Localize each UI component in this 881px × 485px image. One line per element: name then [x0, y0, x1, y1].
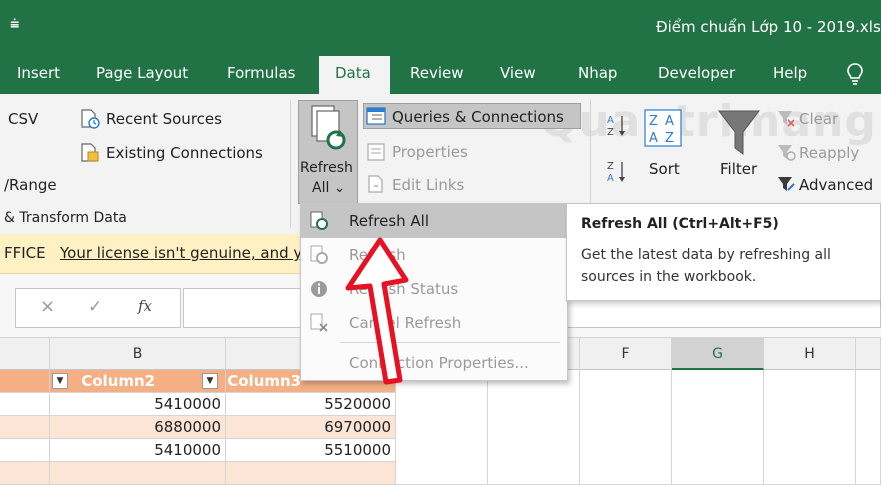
- reapply-icon: [778, 145, 796, 161]
- lightbulb-icon[interactable]: [845, 62, 865, 86]
- existing-connections-icon: [81, 143, 99, 162]
- refresh-all-dropdown-label: All ⌄: [312, 180, 346, 196]
- refresh-icon: [310, 245, 328, 264]
- svg-text:Z: Z: [665, 131, 674, 146]
- edit-links-button[interactable]: Edit Links: [392, 176, 464, 194]
- svg-text:Z: Z: [607, 127, 614, 138]
- tab-page-layout[interactable]: Page Layout: [96, 64, 188, 82]
- advanced-button[interactable]: Advanced: [799, 176, 873, 194]
- refresh-all-label: Refresh: [300, 160, 353, 176]
- existing-connections-button[interactable]: Existing Connections: [106, 144, 263, 162]
- tooltip-body-line2: sources in the workbook.: [581, 269, 757, 285]
- row-header: [0, 439, 50, 462]
- svg-text:A: A: [649, 131, 658, 146]
- queries-connections-label: Queries & Connections: [392, 108, 564, 126]
- red-annotation-arrow: [345, 237, 409, 385]
- tab-help[interactable]: Help: [773, 64, 807, 82]
- table-cell[interactable]: 5410000: [50, 393, 226, 416]
- svg-text:A: A: [607, 115, 614, 126]
- svg-text:A: A: [607, 173, 614, 184]
- info-icon: [311, 281, 327, 297]
- sort-ascending-icon[interactable]: A Z: [606, 112, 628, 138]
- column-header-partial[interactable]: [856, 338, 881, 370]
- get-transform-group-label: & Transform Data: [4, 210, 127, 226]
- row-header: [0, 393, 50, 416]
- reapply-button[interactable]: Reapply: [799, 144, 859, 162]
- empty-cells[interactable]: [396, 370, 488, 485]
- clear-filter-icon: [778, 111, 795, 127]
- empty-cells[interactable]: [580, 370, 672, 485]
- tab-data[interactable]: Data: [335, 64, 371, 82]
- table-cell[interactable]: [50, 462, 226, 485]
- recent-sources-icon: [81, 109, 100, 129]
- svg-text:A: A: [665, 114, 674, 129]
- refresh-all-icon: [310, 211, 328, 230]
- filter-dropdown-icon[interactable]: ▼: [202, 373, 218, 389]
- clear-button[interactable]: Clear: [799, 110, 838, 128]
- table-header-label: Column2: [81, 372, 156, 390]
- from-csv-label[interactable]: CSV: [8, 110, 38, 128]
- cancel-entry-icon[interactable]: ×: [40, 296, 55, 317]
- row-header: [0, 370, 50, 393]
- properties-button[interactable]: Properties: [392, 143, 468, 161]
- row-header: [0, 416, 50, 439]
- tab-view[interactable]: View: [500, 64, 536, 82]
- filter-dropdown-icon[interactable]: ▼: [52, 373, 68, 389]
- tab-formulas[interactable]: Formulas: [227, 64, 295, 82]
- empty-cells[interactable]: [488, 370, 580, 485]
- edit-links-icon: [368, 175, 383, 193]
- sort-icon: Z A A Z: [644, 109, 682, 147]
- column-header-g[interactable]: G: [672, 338, 764, 370]
- advanced-filter-icon: [778, 177, 795, 191]
- table-header-column2[interactable]: ▼ Column2: [50, 370, 226, 393]
- sort-button[interactable]: Sort: [649, 160, 680, 178]
- group-divider: [290, 100, 291, 228]
- column-header-h[interactable]: H: [764, 338, 856, 370]
- svg-text:Z: Z: [607, 161, 614, 172]
- table-cell[interactable]: 5510000: [226, 439, 396, 462]
- refresh-all-icon: [311, 105, 346, 150]
- sort-descending-icon[interactable]: Z A: [606, 158, 628, 184]
- from-range-label[interactable]: /Range: [4, 176, 57, 194]
- tab-insert[interactable]: Insert: [17, 64, 60, 82]
- recent-sources-button[interactable]: Recent Sources: [106, 110, 222, 128]
- properties-icon: [367, 143, 385, 161]
- table-cell[interactable]: 5410000: [50, 439, 226, 462]
- menu-item-refresh-all[interactable]: Refresh All: [301, 204, 567, 238]
- select-all-corner[interactable]: [0, 338, 50, 370]
- empty-cells[interactable]: [764, 370, 856, 485]
- row-header: [0, 462, 50, 485]
- enter-check-icon[interactable]: ✓: [88, 297, 102, 317]
- svg-text:Z: Z: [649, 114, 658, 129]
- tab-nhap[interactable]: Nhap: [578, 64, 617, 82]
- table-cell[interactable]: 5520000: [226, 393, 396, 416]
- empty-cells[interactable]: [672, 370, 764, 485]
- column-header-b[interactable]: B: [50, 338, 226, 370]
- filter-icon: [717, 110, 761, 155]
- tooltip-body-line1: Get the latest data by refreshing all: [581, 247, 831, 263]
- license-bar-prefix: FFICE: [4, 244, 46, 262]
- queries-connections-icon: [366, 107, 386, 125]
- quick-access-customize-icon[interactable]: ⩧: [10, 14, 19, 34]
- filter-button[interactable]: Filter: [720, 160, 757, 178]
- tab-review[interactable]: Review: [410, 64, 464, 82]
- document-title: Điểm chuẩn Lớp 10 - 2019.xls:: [656, 18, 881, 36]
- table-cell[interactable]: 6880000: [50, 416, 226, 439]
- license-warning-link[interactable]: Your license isn't genuine, and y: [60, 244, 302, 262]
- tooltip-title: Refresh All (Ctrl+Alt+F5): [581, 216, 779, 232]
- cancel-refresh-icon: [310, 313, 328, 332]
- insert-function-icon[interactable]: fx: [138, 297, 152, 315]
- table-cell[interactable]: 6970000: [226, 416, 396, 439]
- empty-cells[interactable]: [856, 370, 881, 485]
- column-header-f[interactable]: F: [580, 338, 672, 370]
- table-cell[interactable]: [226, 462, 396, 485]
- tab-developer[interactable]: Developer: [658, 64, 735, 82]
- table-header-label: Column3: [227, 372, 302, 390]
